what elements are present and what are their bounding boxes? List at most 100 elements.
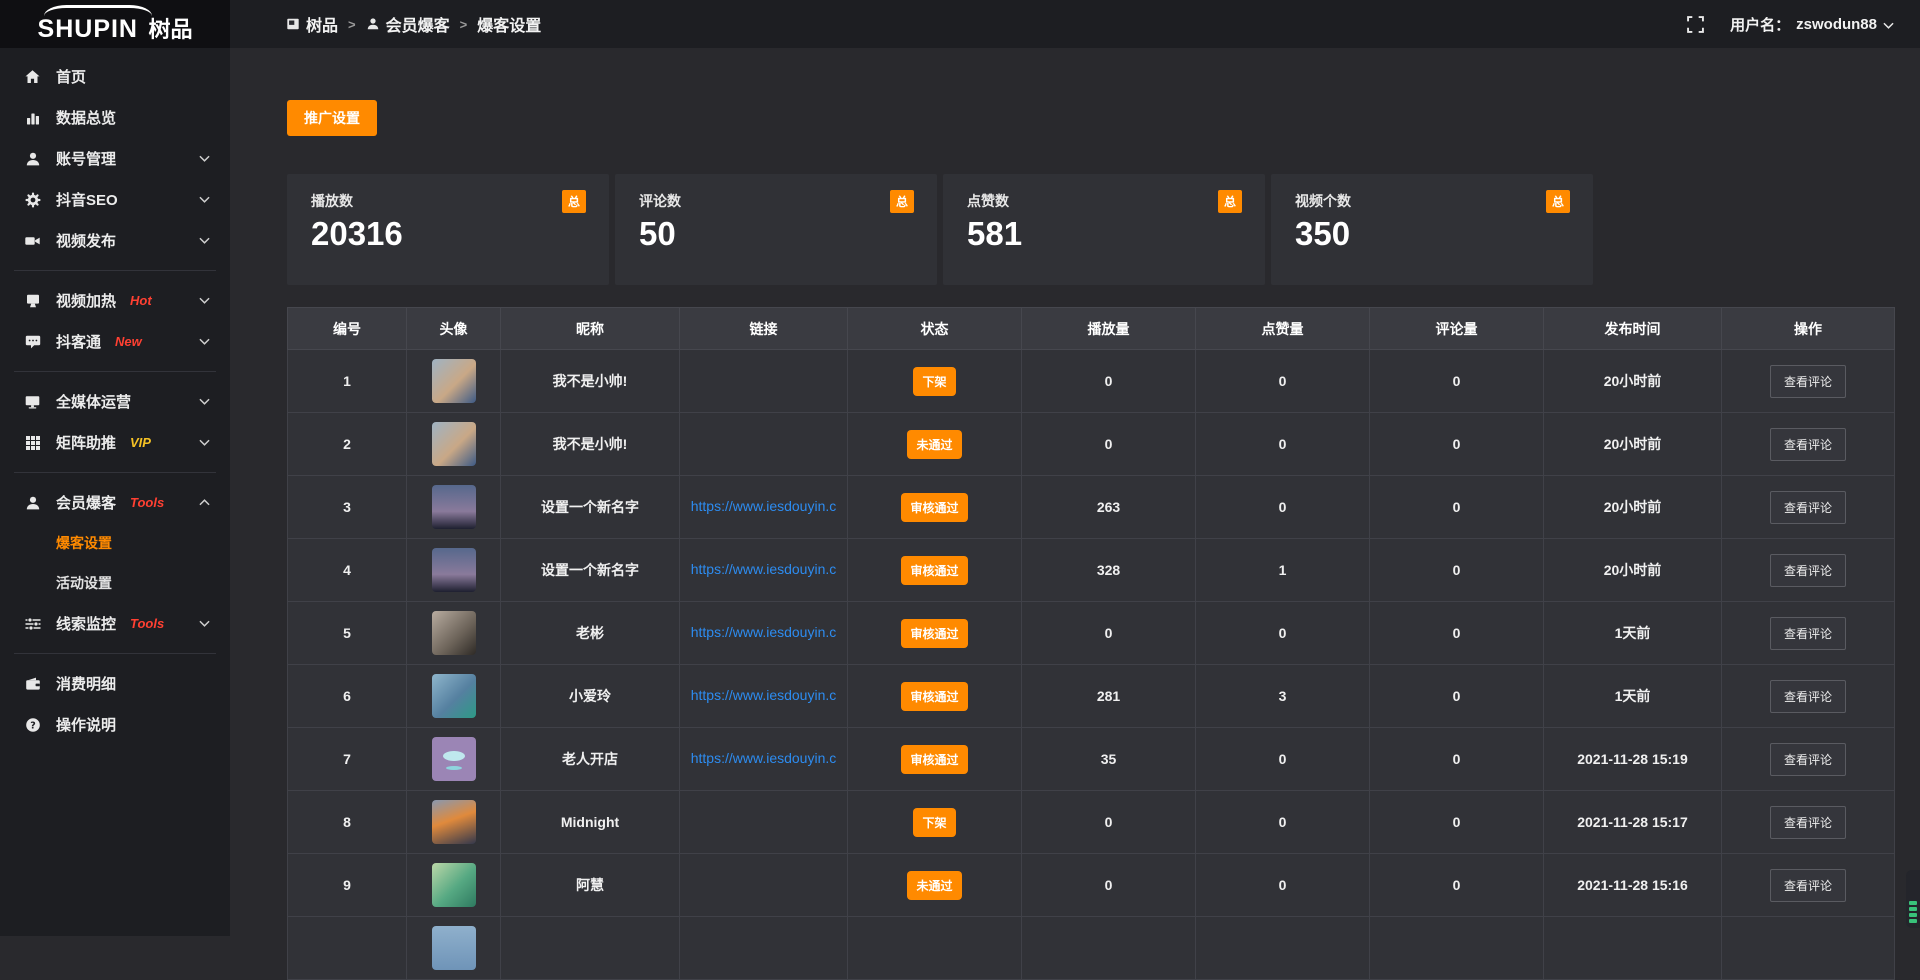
cell-actions: 查看评论 [1722,539,1895,602]
cell-plays: 0 [1022,350,1196,413]
promo-settings-button[interactable]: 推广设置 [287,100,377,136]
cell-nickname: 设置一个新名字 [501,539,680,602]
fullscreen-icon[interactable] [1687,16,1704,33]
sidebar-item-label: 视频加热 [56,290,116,311]
cell-comments: 0 [1370,854,1544,917]
sidebar-item-account-management[interactable]: 账号管理 [0,138,230,179]
status-badge[interactable]: 审核通过 [901,619,967,648]
sidebar-item-all-media-operation[interactable]: 全媒体运营 [0,381,230,422]
video-link[interactable]: https://www.iesdouyin.c [691,561,837,577]
cell-likes: 0 [1196,476,1370,539]
sidebar-item-home[interactable]: 首页 [0,56,230,97]
cell-status: 审核通过 [848,476,1022,539]
chevron-down-icon [199,196,210,203]
cell-plays: 35 [1022,728,1196,791]
column-header: 头像 [407,308,501,350]
status-badge[interactable]: 未通过 [907,871,961,900]
cell-actions: 查看评论 [1722,350,1895,413]
cell-publish-time: 20小时前 [1544,350,1722,413]
video-link[interactable]: https://www.iesdouyin.c [691,498,837,514]
cell-link: https://www.iesdouyin.c [680,539,848,602]
sidebar-item-video-heat[interactable]: 视频加热Hot [0,280,230,321]
avatar [432,422,476,466]
view-comments-button[interactable]: 查看评论 [1770,806,1846,839]
view-comments-button[interactable]: 查看评论 [1770,869,1846,902]
cell-comments: 0 [1370,728,1544,791]
view-comments-button[interactable]: 查看评论 [1770,491,1846,524]
video-link[interactable]: https://www.iesdouyin.c [691,624,837,640]
cell-avatar [407,602,501,665]
logo-text-cn: 树品 [148,17,192,42]
cell-nickname: Midnight [501,791,680,854]
cell-comments: 0 [1370,539,1544,602]
breadcrumb-item-member-baoke[interactable]: 会员爆客 [366,12,450,36]
cell-actions: 查看评论 [1722,791,1895,854]
view-comments-button[interactable]: 查看评论 [1770,680,1846,713]
username: zswodun88 [1796,16,1877,33]
cell-actions: 查看评论 [1722,413,1895,476]
cell-id: 6 [288,665,407,728]
user-menu[interactable]: 用户名： zswodun88 [1730,14,1894,35]
grid-icon [24,435,41,451]
breadcrumb-label: 树品 [306,12,338,36]
breadcrumb-item-shupin[interactable]: 树品 [286,12,338,36]
sidebar-item-douyin-seo[interactable]: 抖音SEO [0,179,230,220]
cell-status [848,917,1022,980]
sidebar-item-consume-detail[interactable]: 消费明细 [0,663,230,704]
cell-comments: 0 [1370,413,1544,476]
sidebar-subitem-activity-settings[interactable]: 活动设置 [0,563,230,603]
status-badge[interactable]: 审核通过 [901,556,967,585]
sidebar-item-operation-guide[interactable]: ?操作说明 [0,704,230,745]
logo-arc [44,5,152,27]
chevron-down-icon [1883,16,1894,33]
status-badge[interactable]: 下架 [913,367,955,396]
sidebar-item-video-publish[interactable]: 视频发布 [0,220,230,261]
view-comments-button[interactable]: 查看评论 [1770,365,1846,398]
sidebar-item-data-overview[interactable]: 数据总览 [0,97,230,138]
cell-status: 审核通过 [848,665,1022,728]
baoke-table: 编号头像昵称链接状态播放量点赞量评论量发布时间操作1我不是小帅!下架00020小… [287,307,1895,980]
sidebar-item-clue-monitor[interactable]: 线索监控Tools [0,603,230,644]
stat-label: 点赞数 [967,191,1241,211]
view-comments-button[interactable]: 查看评论 [1770,617,1846,650]
table-header-row: 编号头像昵称链接状态播放量点赞量评论量发布时间操作 [288,308,1895,350]
cell-link [680,350,848,413]
cell-likes: 0 [1196,791,1370,854]
sidebar-item-matrix-boost[interactable]: 矩阵助推VIP [0,422,230,463]
avatar [432,737,476,781]
video-link[interactable]: https://www.iesdouyin.c [691,750,837,766]
status-badge[interactable]: 未通过 [907,430,961,459]
cell-status: 审核通过 [848,602,1022,665]
sidebar-subitem-baoke-settings[interactable]: 爆客设置 [0,523,230,563]
cell-plays: 0 [1022,602,1196,665]
cell-actions: 查看评论 [1722,728,1895,791]
floating-chat-widget[interactable] [1906,870,1920,928]
app-logo[interactable]: SHUPIN 树品 [0,0,230,48]
topbar-right: 用户名： zswodun88 [1687,14,1920,35]
status-badge[interactable]: 审核通过 [901,493,967,522]
view-comments-button[interactable]: 查看评论 [1770,743,1846,776]
cell-link: https://www.iesdouyin.c [680,602,848,665]
question-icon: ? [24,717,41,733]
username-label: 用户名： [1730,14,1790,35]
status-badge[interactable]: 审核通过 [901,745,967,774]
column-header: 昵称 [501,308,680,350]
sidebar-item-label: 矩阵助推 [56,432,116,453]
cell-publish-time: 20小时前 [1544,476,1722,539]
sidebar-item-label: 首页 [56,66,86,87]
cell-publish-time: 2021-11-28 15:16 [1544,854,1722,917]
status-badge[interactable]: 下架 [913,808,955,837]
table-row: 7老人开店https://www.iesdouyin.c审核通过35002021… [288,728,1895,791]
avatar [432,926,476,970]
sidebar-item-member-baoke[interactable]: 会员爆客Tools [0,482,230,523]
status-badge[interactable]: 审核通过 [901,682,967,711]
sidebar-item-douketong[interactable]: 抖客通New [0,321,230,362]
video-link[interactable]: https://www.iesdouyin.c [691,687,837,703]
cell-nickname: 阿慧 [501,854,680,917]
view-comments-button[interactable]: 查看评论 [1770,554,1846,587]
table-row: 2我不是小帅!未通过00020小时前查看评论 [288,413,1895,476]
total-badge: 总 [562,190,586,213]
view-comments-button[interactable]: 查看评论 [1770,428,1846,461]
cell-status: 下架 [848,791,1022,854]
breadcrumb-item-baoke-settings[interactable]: 爆客设置 [477,12,541,36]
